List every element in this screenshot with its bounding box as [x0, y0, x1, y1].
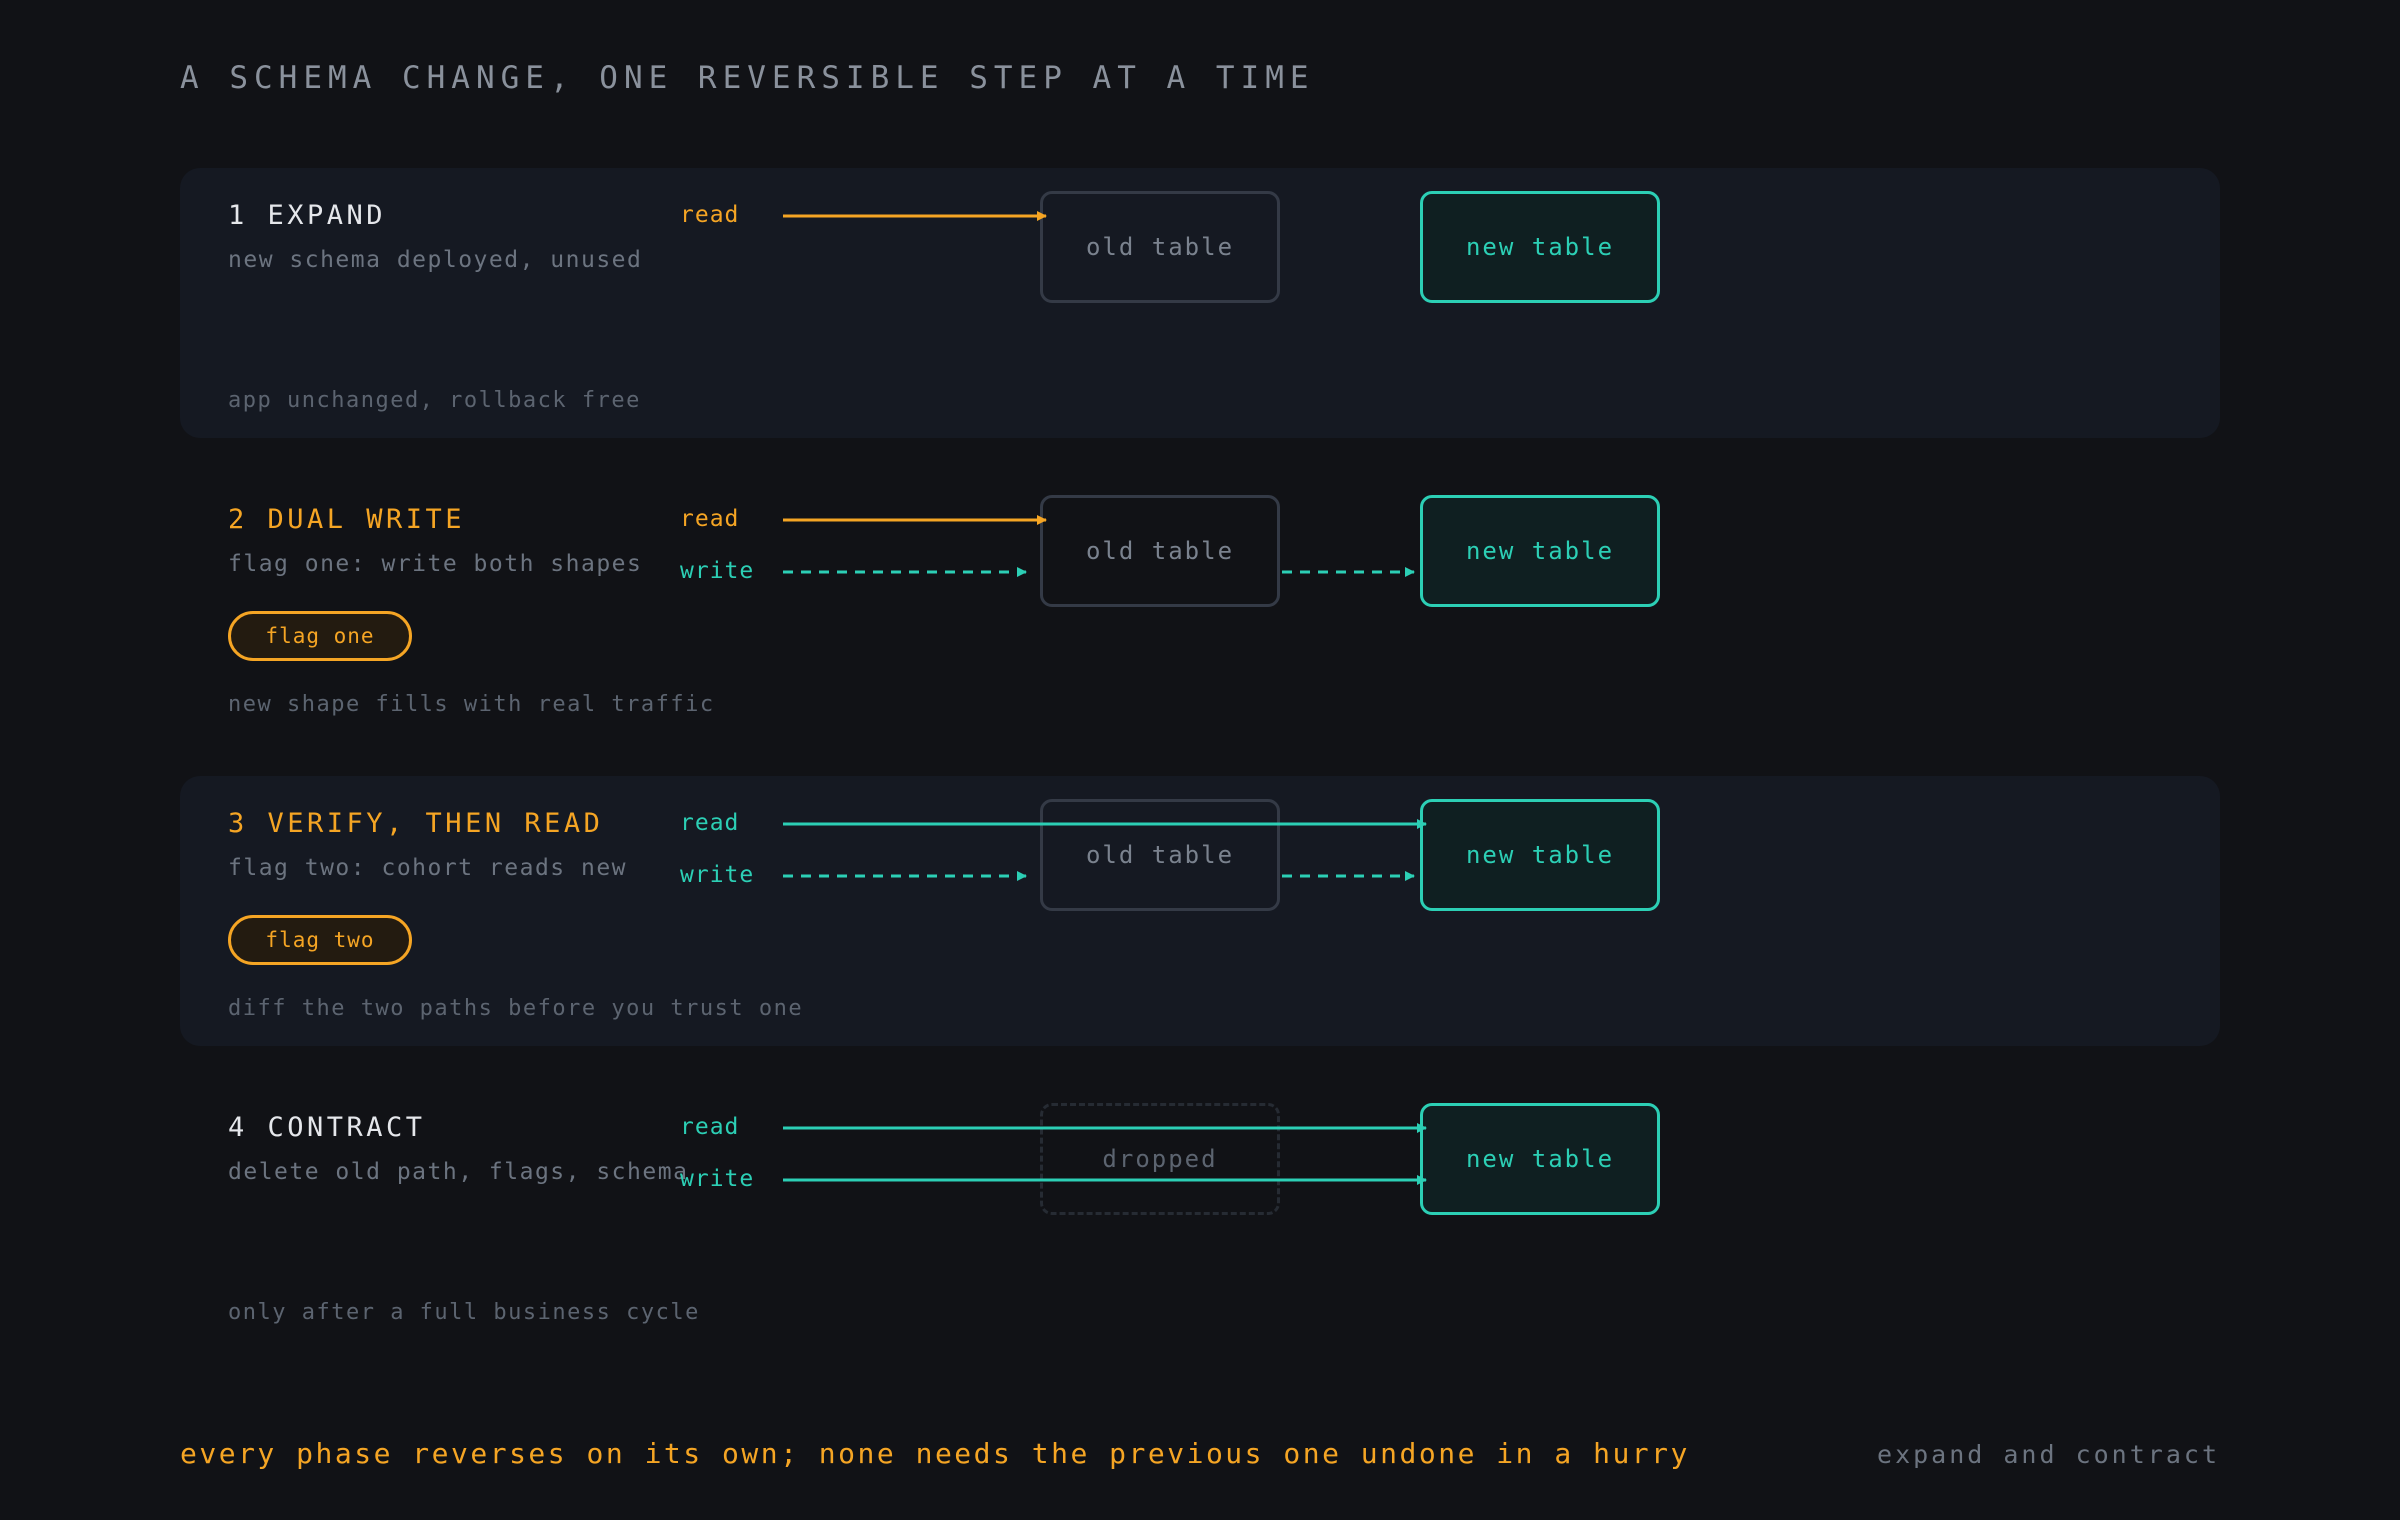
flow-arrows — [783, 211, 1427, 1185]
footer-tagline: every phase reverses on its own; none ne… — [180, 1437, 1690, 1470]
footer-caption: expand and contract — [1877, 1440, 2220, 1469]
